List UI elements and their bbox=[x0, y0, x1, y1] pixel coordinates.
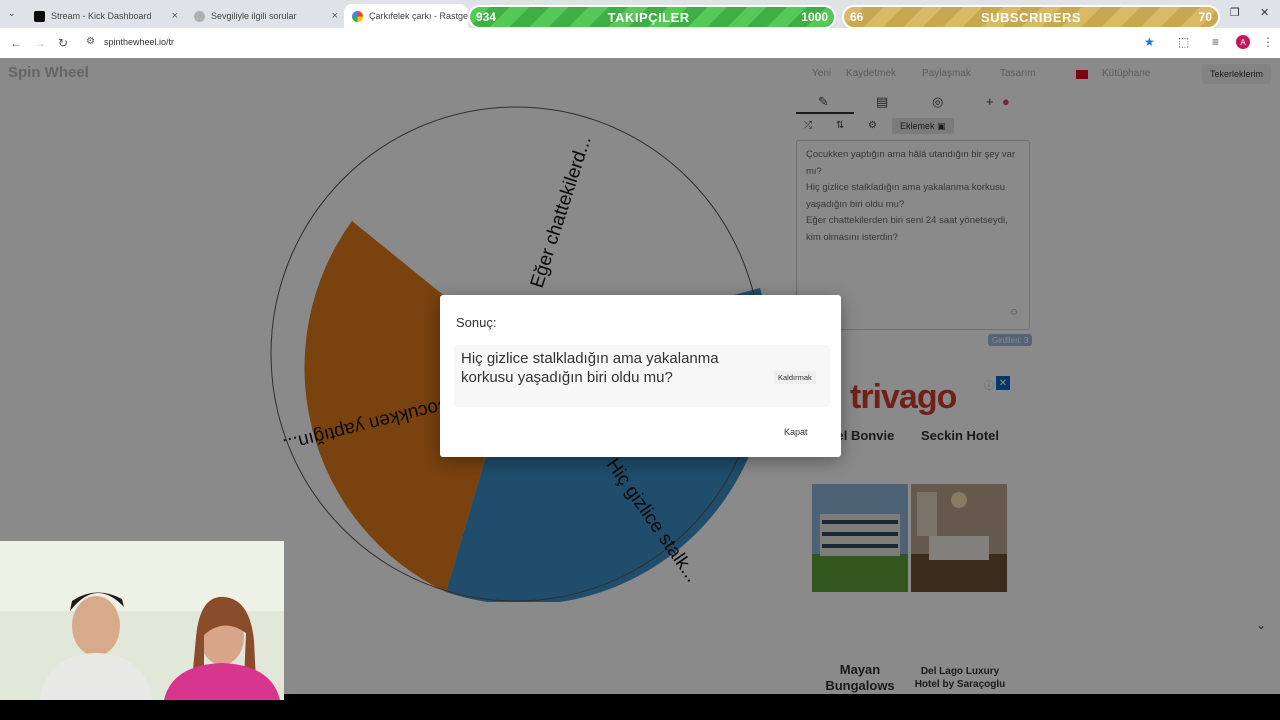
result-text: Hiç gizlice stalkladığın ama yakalanma k… bbox=[461, 350, 719, 386]
restore-window-icon[interactable]: ❐ bbox=[1230, 6, 1240, 19]
close-tab-icon[interactable]: × bbox=[172, 10, 178, 22]
close-tab-icon[interactable]: × bbox=[332, 10, 338, 22]
tab-spin-the-wheel[interactable]: Çarkıfelek çarkı - Rastgele Se bbox=[344, 4, 468, 28]
browser-menu-icon[interactable]: ⋮ bbox=[1262, 35, 1274, 49]
result-box: Hiç gizlice stalkladığın ama yakalanma k… bbox=[454, 345, 830, 407]
wheel-favicon-icon bbox=[352, 10, 363, 22]
webcam-overlay bbox=[0, 541, 284, 700]
reload-icon[interactable]: ↻ bbox=[58, 36, 68, 50]
tab-list-chevron-icon[interactable]: ⌄ bbox=[8, 8, 16, 19]
remove-button[interactable]: Kaldırmak bbox=[774, 371, 816, 384]
globe-icon bbox=[194, 10, 205, 22]
result-title: Sonuç: bbox=[456, 315, 497, 330]
url-field[interactable]: spinthewheel.io/tr bbox=[104, 37, 174, 47]
site-settings-icon[interactable]: ⚙ bbox=[86, 36, 95, 47]
close-button[interactable]: Kapat bbox=[784, 427, 808, 437]
followers-goal-bar: 934 TAKIPÇILER 1000 bbox=[468, 5, 836, 29]
media-control-icon[interactable]: ≡ bbox=[1212, 35, 1219, 49]
address-bar: ← → ↻ ⚙ spinthewheel.io/tr ★ ⬚ ≡ ⋮ bbox=[0, 28, 1280, 58]
close-window-icon[interactable]: ✕ bbox=[1260, 6, 1269, 19]
scroll-down-chevron-icon[interactable]: ⌄ bbox=[1256, 618, 1266, 632]
tab-kick-dashboard[interactable]: Stream - Kick Dashboard × bbox=[26, 4, 184, 28]
back-arrow-icon[interactable]: ← bbox=[10, 36, 22, 50]
extensions-icon[interactable]: ⬚ bbox=[1178, 35, 1189, 49]
kick-icon bbox=[34, 10, 45, 22]
bookmark-star-icon[interactable]: ★ bbox=[1144, 35, 1155, 49]
profile-avatar[interactable]: A bbox=[1236, 35, 1250, 49]
forward-arrow-icon[interactable]: → bbox=[34, 36, 46, 50]
subscribers-goal-bar: 66 SUBSCRIBERS 70 bbox=[842, 5, 1220, 29]
tab-sevgili-sorular[interactable]: Sevgiliyle ilgili sorular × bbox=[186, 4, 344, 28]
result-dialog: Sonuç: Hiç gizlice stalkladığın ama yaka… bbox=[440, 295, 841, 457]
person-1-face bbox=[72, 596, 120, 656]
